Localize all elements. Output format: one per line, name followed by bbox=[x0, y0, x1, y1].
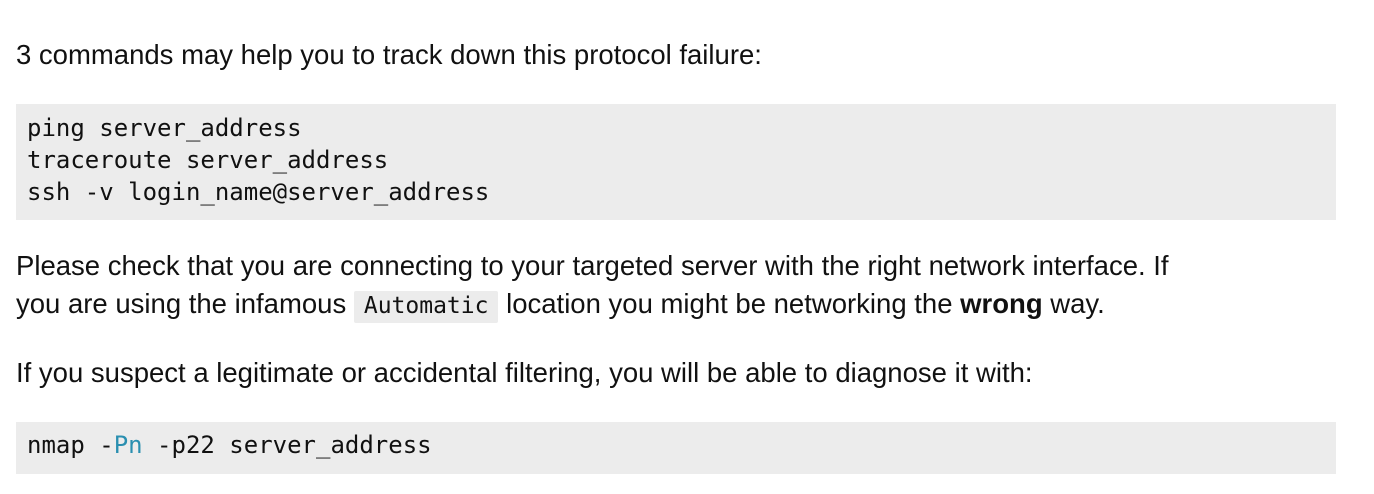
diagnostic-commands-code-block: ping server_address traceroute server_ad… bbox=[16, 104, 1336, 220]
code-line-ssh: ssh -v login_name@server_address bbox=[27, 178, 490, 206]
interface-paragraph-text-before: you are using the infamous bbox=[16, 288, 354, 319]
code-line-nmap: nmap -Pn -p22 server_address bbox=[27, 429, 1336, 461]
filtering-paragraph: If you suspect a legitimate or accidenta… bbox=[16, 357, 1033, 388]
nmap-code-block: nmap -Pn -p22 server_address bbox=[16, 422, 1336, 474]
interface-paragraph-text-after: way. bbox=[1042, 288, 1105, 319]
emphasis-wrong: wrong bbox=[960, 288, 1043, 319]
interface-paragraph-text-middle: location you might be networking the bbox=[498, 288, 961, 319]
intro-paragraph: 3 commands may help you to track down th… bbox=[16, 39, 762, 70]
inline-code-automatic: Automatic bbox=[353, 291, 499, 323]
code-line-ping: ping server_address bbox=[27, 114, 302, 142]
nmap-command-end: -p22 server_address bbox=[142, 431, 432, 459]
interface-paragraph-line1: Please check that you are connecting to … bbox=[16, 250, 1169, 281]
article-content: 3 commands may help you to track down th… bbox=[0, 0, 1374, 494]
code-line-traceroute: traceroute server_address bbox=[27, 146, 389, 174]
nmap-command-start: nmap - bbox=[27, 431, 114, 459]
nmap-flag-pn: Pn bbox=[113, 431, 143, 459]
interface-paragraph: Please check that you are connecting to … bbox=[16, 247, 1169, 325]
